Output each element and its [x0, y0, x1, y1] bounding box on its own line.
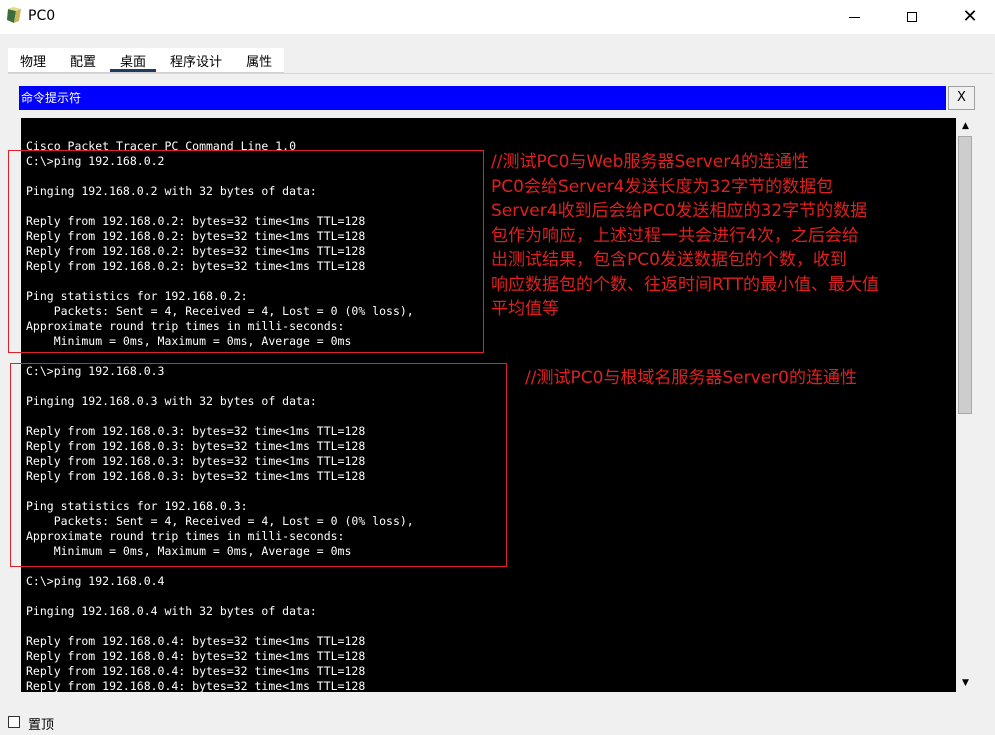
tab-programming[interactable]: 程序设计 [158, 48, 234, 72]
maximize-icon [907, 12, 917, 22]
minimize-icon [848, 16, 860, 18]
annotation-note-server4: //测试PC0与Web服务器Server4的连通性 PC0会给Server4发送… [491, 152, 880, 319]
tab-physical[interactable]: 物理 [8, 48, 58, 72]
terminal-line: C:\>ping 192.168.0.4 [26, 574, 165, 588]
app-icon [7, 7, 21, 23]
scroll-down-arrow-icon[interactable]: ▼ [957, 675, 974, 692]
close-icon: ✕ [962, 6, 978, 27]
annotation-box-ping-server4 [8, 150, 484, 353]
scroll-up-arrow-icon[interactable]: ▲ [957, 118, 974, 135]
tab-config[interactable]: 配置 [58, 48, 108, 72]
always-on-top-label: 置顶 [28, 718, 55, 733]
command-prompt-close-button[interactable]: X [948, 86, 975, 110]
terminal-line: Reply from 192.168.0.4: bytes=32 time<1m… [26, 664, 366, 678]
tab-desktop[interactable]: 桌面 [108, 48, 158, 72]
title-bar: PC0 ✕ [0, 0, 995, 34]
scroll-thumb[interactable] [958, 136, 972, 414]
tab-bar: 物理 配置 桌面 程序设计 属性 [8, 48, 285, 73]
tab-attributes[interactable]: 属性 [234, 48, 284, 72]
close-window-button[interactable]: ✕ [947, 0, 993, 34]
terminal-line: Pinging 192.168.0.4 with 32 bytes of dat… [26, 604, 317, 618]
window-title: PC0 [28, 8, 56, 24]
terminal-line: Reply from 192.168.0.4: bytes=32 time<1m… [26, 679, 366, 692]
bottom-bar: 置顶 [0, 710, 995, 735]
terminal-line: Reply from 192.168.0.4: bytes=32 time<1m… [26, 649, 366, 663]
annotation-box-ping-server0 [10, 363, 507, 567]
always-on-top-checkbox[interactable] [8, 716, 20, 728]
terminal-line: Reply from 192.168.0.4: bytes=32 time<1m… [26, 634, 366, 648]
maximize-button[interactable] [889, 0, 935, 34]
annotation-note-server0: //测试PC0与根域名服务器Server0的连通性 [525, 368, 857, 388]
terminal-scrollbar[interactable]: ▲ ▼ [957, 118, 974, 692]
minimize-button[interactable] [831, 0, 877, 34]
command-prompt-header: 命令提示符 [19, 86, 946, 110]
